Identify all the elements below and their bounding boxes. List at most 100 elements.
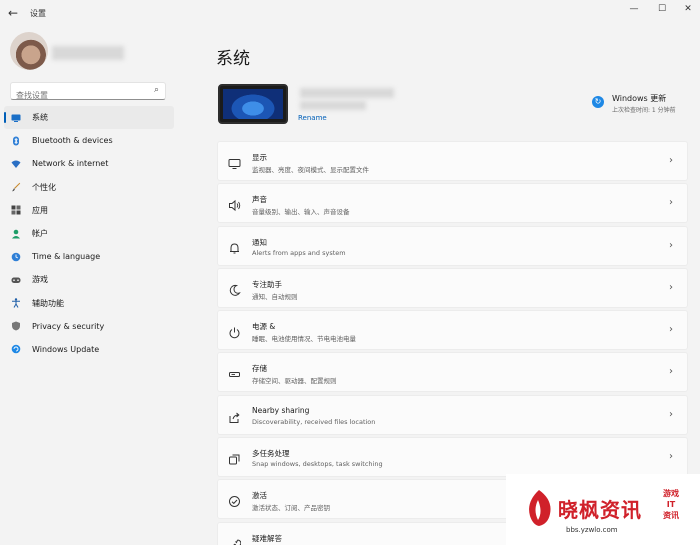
title-bar: ← 设置 — ☐ ✕ — [0, 0, 700, 28]
rename-link[interactable]: Rename — [298, 114, 327, 122]
display-icon — [228, 155, 242, 169]
watermark-side-text: 游戏 IT 资讯 — [656, 488, 686, 521]
watermark-title: 晓枫资讯 — [558, 498, 642, 522]
chevron-right-icon: › — [669, 281, 673, 293]
watermark-side-line: 资讯 — [663, 511, 679, 520]
back-arrow-icon[interactable]: ← — [8, 6, 22, 20]
share-icon — [228, 409, 242, 423]
sidebar-item-system[interactable]: 系统 — [4, 106, 174, 130]
avatar — [10, 32, 48, 70]
card-subtitle: 睡眠、电池使用情况、节电电池电量 — [252, 335, 356, 344]
update-icon: ↻ — [592, 96, 604, 108]
watermark-side-line: IT — [666, 500, 676, 509]
sidebar-item-label: Privacy & security — [32, 321, 105, 331]
activation-icon — [228, 493, 242, 508]
sidebar-item-label: 应用 — [32, 205, 48, 215]
monitor-icon — [10, 112, 22, 124]
watermark-side-line: 游戏 — [663, 489, 679, 498]
moon-icon — [228, 282, 242, 296]
sidebar-item-bluetooth[interactable]: Bluetooth & devices — [4, 129, 174, 152]
sidebar-item-label: 系统 — [32, 113, 48, 123]
accessibility-icon — [10, 297, 22, 309]
sidebar-item-label: 辅助功能 — [32, 298, 64, 308]
chevron-right-icon: › — [669, 324, 673, 336]
update-icon — [10, 343, 22, 355]
sidebar-item-label: Network & internet — [32, 159, 109, 169]
card-title: 声音 — [252, 195, 267, 205]
card-title: 多任务处理 — [252, 449, 290, 459]
maximize-button[interactable]: ☐ — [650, 2, 674, 16]
sidebar-item-label: Bluetooth & devices — [32, 136, 113, 146]
apps-icon — [10, 204, 22, 216]
chevron-right-icon: › — [669, 239, 673, 251]
storage-icon — [228, 366, 242, 380]
person-icon — [10, 228, 22, 240]
sidebar-item-network[interactable]: Network & internet — [4, 152, 174, 175]
window-title: 设置 — [30, 9, 46, 18]
settings-card-multitasking[interactable]: 多任务处理 Snap windows, desktops, task switc… — [217, 437, 688, 478]
sidebar-item-label: 帐户 — [32, 229, 48, 239]
sidebar-item-privacy-security[interactable]: Privacy & security — [4, 315, 174, 338]
speaker-icon — [228, 197, 242, 212]
search-box[interactable]: ⌕ — [10, 82, 166, 104]
sidebar-item-accounts[interactable]: 帐户 — [4, 222, 174, 245]
card-subtitle: 激活状态、订阅、产品密钥 — [252, 504, 330, 513]
sidebar-nav: 系统 Bluetooth & devices Network & interne… — [4, 106, 174, 361]
settings-card-display[interactable]: 显示 监视器、亮度、夜间模式、显示配置文件 › — [217, 141, 688, 181]
card-subtitle: Discoverability, received files location — [252, 417, 376, 426]
sidebar-item-windows-update[interactable]: Windows Update — [4, 338, 174, 361]
settings-card-focus-assist[interactable]: 专注助手 通知、自动规则 › — [217, 267, 688, 308]
card-subtitle: 监视器、亮度、夜间模式、显示配置文件 — [252, 166, 369, 174]
card-subtitle: 存储空间、驱动器、配置规则 — [252, 377, 337, 386]
sidebar-item-accessibility[interactable]: 辅助功能 — [4, 292, 174, 315]
close-button[interactable]: ✕ — [676, 2, 700, 16]
settings-card-nearby-sharing[interactable]: Nearby sharing Discoverability, received… — [217, 394, 688, 435]
chevron-right-icon: › — [669, 408, 673, 420]
bluetooth-icon — [10, 135, 22, 147]
sidebar-item-label: 个性化 — [32, 182, 56, 192]
windows-update-title: Windows 更新 — [612, 94, 667, 103]
sidebar-item-personalization[interactable]: 个性化 — [4, 176, 174, 199]
card-subtitle: 通知、自动规则 — [252, 292, 298, 301]
blurred-user-name — [52, 46, 124, 60]
main-content: 系统 Rename ↻ Windows 更新 上次检查时间: 1 分钟前 显示 … — [200, 28, 700, 545]
sidebar-item-time-language[interactable]: Time & language — [4, 245, 174, 268]
search-input[interactable] — [11, 87, 141, 104]
sidebar-item-gaming[interactable]: 游戏 — [4, 268, 174, 291]
wallpaper-preview — [223, 89, 283, 119]
settings-card-storage[interactable]: 存储 存储空间、驱动器、配置规则 › — [217, 352, 688, 393]
card-subtitle: Alerts from apps and system — [252, 248, 346, 257]
brush-icon — [10, 181, 22, 193]
search-icon[interactable]: ⌕ — [154, 85, 159, 95]
settings-card-sound[interactable]: 声音 音量级别、输出、输入、声音设备 › — [217, 183, 688, 224]
blurred-device-model — [300, 101, 366, 110]
card-title: 激活 — [252, 491, 267, 501]
user-profile[interactable] — [10, 32, 200, 76]
watermark-url: bbs.yzwlo.com — [566, 526, 618, 534]
blurred-device-name — [300, 88, 394, 98]
windows-update-subtitle: 上次检查时间: 1 分钟前 — [612, 107, 676, 114]
card-title: 显示 — [252, 153, 267, 162]
watermark-logo — [529, 490, 551, 526]
card-subtitle: Snap windows, desktops, task switching — [252, 460, 383, 469]
power-icon — [228, 324, 242, 339]
minimize-button[interactable]: — — [622, 2, 646, 16]
sidebar-item-apps[interactable]: 应用 — [4, 199, 174, 222]
windows-update-status[interactable]: ↻ Windows 更新 上次检查时间: 1 分钟前 — [592, 92, 692, 116]
device-thumbnail — [218, 84, 288, 124]
globe-clock-icon — [10, 251, 22, 263]
wrench-icon — [228, 536, 242, 545]
sidebar-item-label: 游戏 — [32, 275, 48, 285]
chevron-right-icon: › — [669, 451, 673, 463]
gamepad-icon — [10, 274, 22, 286]
page-title: 系统 — [216, 49, 250, 69]
multitask-icon — [228, 451, 242, 465]
card-title: 通知 — [252, 237, 267, 247]
chevron-right-icon: › — [669, 366, 673, 378]
site-watermark: 晓枫资讯 bbs.yzwlo.com 游戏 IT 资讯 — [506, 474, 700, 545]
settings-card-power[interactable]: 电源 & 睡眠、电池使用情况、节电电池电量 › — [217, 310, 688, 351]
settings-card-notifications[interactable]: 通知 Alerts from apps and system › — [217, 225, 688, 266]
shield-icon — [10, 320, 22, 332]
wifi-icon — [10, 158, 22, 170]
card-title: 电源 & — [252, 322, 276, 332]
